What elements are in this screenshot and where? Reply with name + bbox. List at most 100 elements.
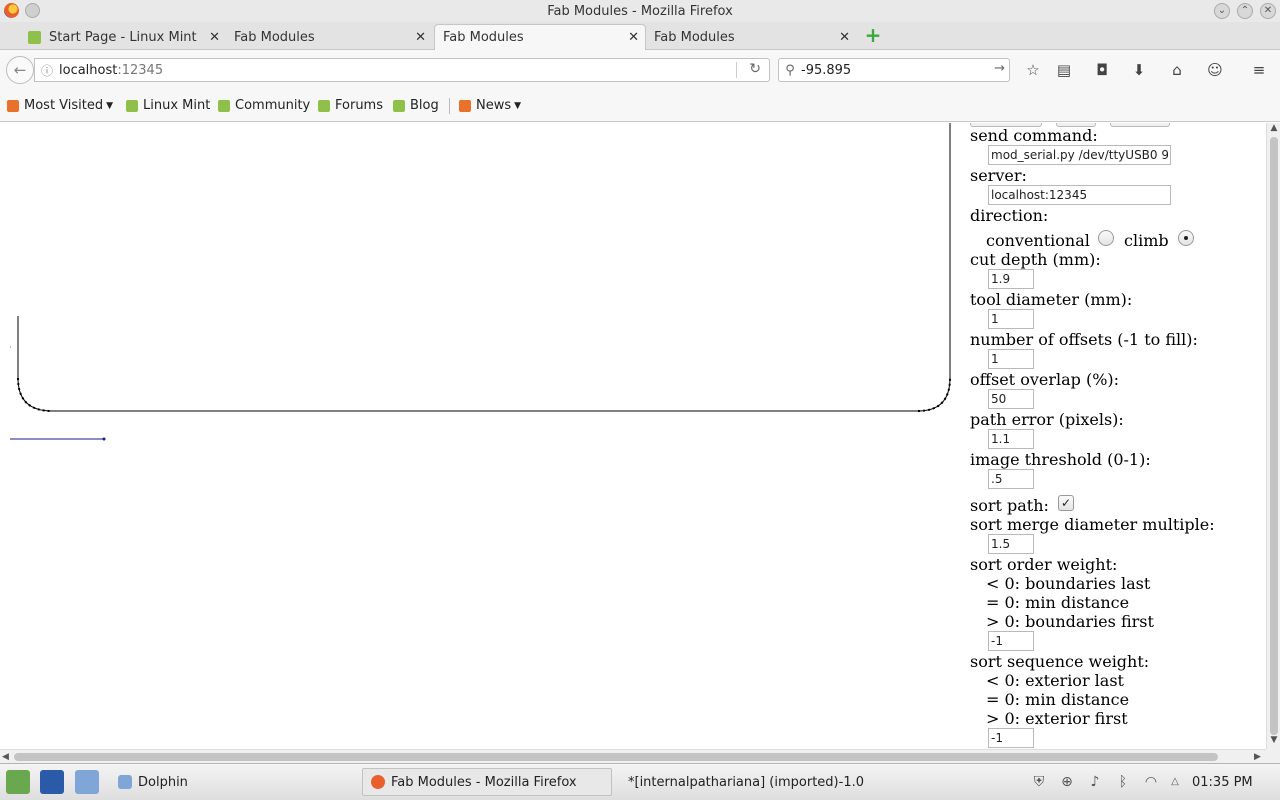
show-desktop-icon[interactable] (40, 770, 64, 794)
toolpath-outline (17, 316, 951, 412)
path-error-input[interactable] (988, 429, 1034, 449)
minimize-icon[interactable]: ⌄ (1214, 3, 1230, 19)
task-inkscape[interactable]: *[internalpathariana] (imported)-1.0 (R (614, 768, 864, 796)
horizontal-scrollbar[interactable]: ◀ ▶ (0, 749, 1266, 763)
url-bar[interactable]: ⓘ localhost:12345 ↻ (34, 58, 770, 82)
bookmark-blog[interactable]: Blog (393, 98, 439, 113)
home-icon[interactable]: ⌂ (1167, 60, 1187, 80)
file-manager-icon[interactable] (75, 770, 99, 794)
bookmark-most-visited[interactable]: Most Visited ▼ (7, 98, 113, 113)
scroll-right-arrow-icon[interactable]: ▶ (1254, 750, 1261, 764)
hamburger-menu-icon[interactable]: ≡ (1249, 60, 1269, 80)
image-threshold-input[interactable] (988, 469, 1034, 489)
task-dolphin[interactable]: Dolphin (110, 768, 355, 796)
tab-fab-modules-1[interactable]: Fab Modules ✕ (226, 24, 432, 50)
tab-fab-modules-active[interactable]: Fab Modules ✕ (434, 24, 646, 50)
direction-label: direction: (970, 206, 1049, 225)
search-bar[interactable]: ⚲ → (778, 58, 1010, 82)
bookmark-news[interactable]: News ▼ (459, 98, 521, 113)
toolpath-canvas[interactable] (0, 123, 955, 749)
cut-depth-label: cut depth (mm): (970, 250, 1101, 269)
window-menu-icon[interactable] (25, 3, 40, 18)
clock[interactable]: 01:35 PM (1192, 775, 1253, 790)
reading-list-icon[interactable]: ▤ (1054, 60, 1074, 80)
horizontal-scroll-thumb[interactable] (14, 753, 1218, 761)
tab-start-page[interactable]: Start Page - Linux Mint ✕ (20, 24, 226, 50)
search-icon: ⚲ (785, 62, 795, 78)
pocket-icon[interactable]: ◘ (1092, 60, 1112, 80)
bookmark-label: News (476, 98, 512, 113)
vertical-scroll-thumb[interactable] (1270, 137, 1278, 735)
tab-close-icon[interactable]: ✕ (415, 30, 426, 45)
direction-climb-radio[interactable] (1178, 230, 1194, 246)
window-titlebar: Fab Modules - Mozilla Firefox ⌄ ⌃ ✕ (0, 0, 1280, 22)
chevron-down-icon: ▼ (514, 100, 522, 111)
vertical-scrollbar[interactable]: ▲ ▼ (1266, 123, 1280, 749)
maximize-icon[interactable]: ⌃ (1237, 3, 1253, 19)
tab-fab-modules-3[interactable]: Fab Modules ✕ (646, 24, 856, 50)
reload-icon[interactable]: ↻ (749, 61, 761, 77)
tool-diameter-input[interactable] (988, 309, 1034, 329)
tab-bar: Start Page - Linux Mint ✕ Fab Modules ✕ … (0, 22, 1280, 50)
sort-sequence-input[interactable] (988, 728, 1034, 748)
scroll-left-arrow-icon[interactable]: ◀ (2, 750, 9, 764)
rss-feed-icon (459, 99, 471, 112)
bookmark-star-icon[interactable]: ☆ (1023, 60, 1043, 80)
chat-icon[interactable]: ☺ (1205, 60, 1225, 80)
cut-depth-input[interactable] (988, 269, 1034, 289)
tab-label: Fab Modules (443, 30, 524, 45)
server-label: server: (970, 166, 1027, 185)
direction-conventional-radio[interactable] (1098, 230, 1114, 246)
back-arrow-icon[interactable]: ← (6, 56, 34, 84)
dolphin-icon (118, 775, 132, 789)
url-text[interactable]: localhost:12345 (59, 63, 163, 78)
page-content: send command: server: direction: convent… (0, 123, 1266, 749)
bluetooth-icon[interactable]: ᛒ (1114, 773, 1132, 791)
scrollbar-corner (1266, 749, 1280, 763)
offsets-input[interactable] (988, 349, 1034, 369)
url-port: :12345 (117, 62, 164, 78)
tab-close-icon[interactable]: ✕ (209, 30, 220, 45)
downloads-icon[interactable]: ⬇ (1129, 60, 1149, 80)
volume-icon[interactable]: ♪ (1086, 773, 1104, 791)
sort-path-checkbox[interactable]: ✓ (1058, 495, 1074, 511)
search-go-arrow-icon[interactable]: → (994, 61, 1005, 76)
tab-close-icon[interactable]: ✕ (628, 30, 639, 45)
path-error-label: path error (pixels): (970, 410, 1124, 429)
folder-icon (7, 99, 19, 112)
close-window-icon[interactable]: ✕ (1260, 3, 1276, 19)
mint-menu-icon[interactable] (6, 770, 30, 794)
server-input[interactable] (988, 185, 1171, 205)
search-input[interactable] (801, 62, 981, 78)
tab-close-icon[interactable]: ✕ (839, 30, 850, 45)
firefox-logo-icon[interactable] (4, 3, 19, 18)
bookmark-community[interactable]: Community (218, 98, 310, 113)
sort-order-lt-text: < 0: boundaries last (986, 574, 1151, 593)
tray-up-arrow-icon[interactable]: △ (1166, 773, 1184, 791)
new-tab-plus-icon[interactable]: + (862, 24, 884, 46)
toolpath-corner-left (17, 377, 53, 412)
window-title: Fab Modules - Mozilla Firefox (547, 3, 733, 19)
tab-label: Fab Modules (654, 29, 735, 45)
scroll-down-arrow-icon[interactable]: ▼ (1267, 735, 1280, 745)
firefox-icon (371, 775, 385, 789)
site-info-icon[interactable]: ⓘ (35, 62, 59, 79)
wifi-icon[interactable]: ◠ (1142, 773, 1160, 791)
bookmark-linux-mint[interactable]: Linux Mint (126, 98, 210, 113)
linux-mint-favicon-icon (318, 99, 330, 112)
image-threshold-label: image threshold (0-1): (970, 450, 1151, 469)
clipped-button[interactable] (1110, 123, 1170, 127)
offset-overlap-input[interactable] (988, 389, 1034, 409)
scroll-up-arrow-icon[interactable]: ▲ (1267, 123, 1280, 133)
tab-label: Start Page - Linux Mint (49, 29, 197, 45)
sort-merge-input[interactable] (988, 534, 1034, 554)
shield-icon[interactable]: ⛨ (1030, 773, 1048, 791)
bookmark-forums[interactable]: Forums (318, 98, 383, 113)
sort-order-input[interactable] (988, 631, 1034, 651)
send-command-input[interactable] (988, 145, 1171, 165)
network-icon[interactable]: ⊕ (1058, 773, 1076, 791)
sort-sequence-label: sort sequence weight: (970, 652, 1150, 671)
send-command-label: send command: (970, 126, 1098, 145)
sort-order-gt-text: > 0: boundaries first (986, 612, 1154, 631)
task-firefox[interactable]: Fab Modules - Mozilla Firefox (362, 768, 612, 796)
